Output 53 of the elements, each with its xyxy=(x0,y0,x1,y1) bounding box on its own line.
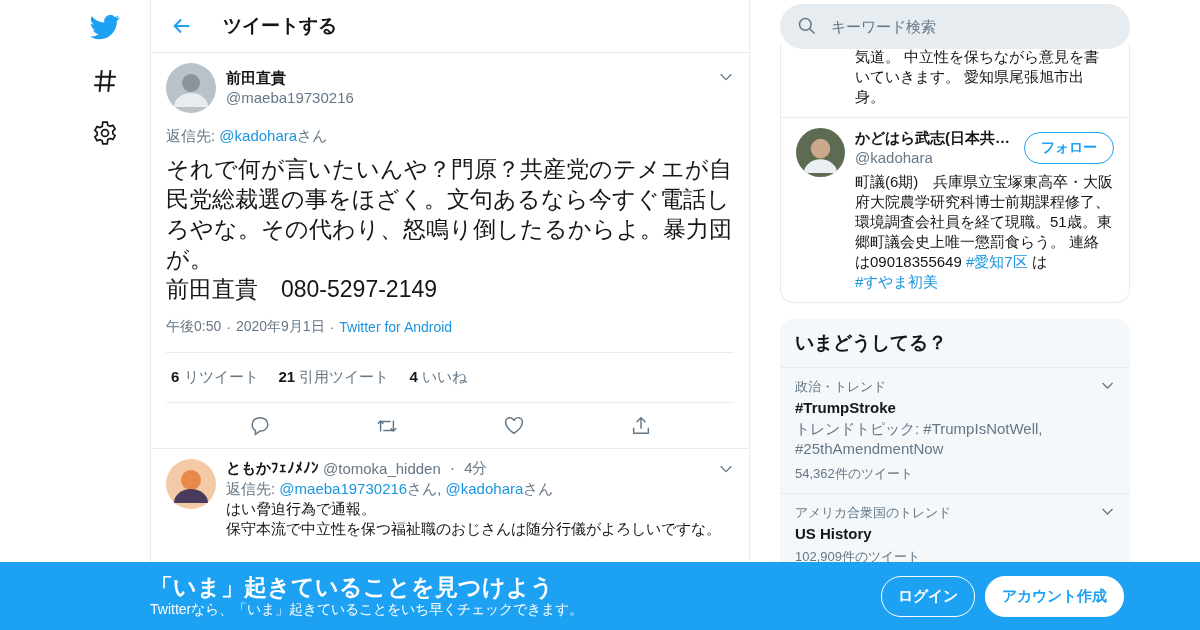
banner-subtitle: Twitterなら、「いま」起きていることをいち早くチェックできます。 xyxy=(150,601,584,619)
page-title: ツイートする xyxy=(223,14,337,38)
avatar xyxy=(166,459,216,509)
tweet-age: 4分 xyxy=(464,459,488,478)
mention-link[interactable]: @kadohara xyxy=(219,127,298,144)
user-bio: 気道。 中立性を保ちながら意見を書いていきます。 愛知県尾張旭市出身。 xyxy=(855,47,1101,107)
hashtag-icon[interactable] xyxy=(92,68,118,94)
panel-title: いまどうしてる？ xyxy=(780,319,1130,368)
reply-to-text: 返信先: @maeba19730216さん, @kadoharaさん xyxy=(226,479,555,499)
separator-dot: · xyxy=(449,459,456,478)
hashtag-link[interactable]: #すやま初美 xyxy=(855,273,939,290)
hashtag-link[interactable]: #愛知7区 xyxy=(965,253,1028,270)
login-button[interactable]: ログイン xyxy=(881,575,975,617)
reply-to-text: 返信先: @kadoharaさん xyxy=(166,127,329,146)
tweet-text: それで何が言いたいんや？門原？共産党のテメエが自民党総裁選の事をほざく。文句あるなら今すぐ電話しろやな。その代わり、怒鳴り倒したるからよ。暴力団が。 xyxy=(166,155,733,274)
separator-dot: · xyxy=(226,319,231,335)
tweet-count: 102,909件のツイート xyxy=(795,548,921,566)
bird-logo[interactable] xyxy=(90,12,120,42)
tweet-count: 54,362件のツイート xyxy=(795,465,914,483)
trend-context: 政治・トレンド xyxy=(795,378,886,396)
trend-description: トレンドトピック: #TrumpIsNotWell, #25thAmendmentNow xyxy=(795,419,1044,459)
search-field[interactable]: キーワード検索 xyxy=(780,4,1130,49)
tweet-time: 午後0:50 xyxy=(166,318,222,336)
signup-button[interactable]: アカウント作成 xyxy=(985,575,1124,617)
author-name[interactable]: 前田直貴 xyxy=(226,68,354,88)
mention-link[interactable]: @kadohara xyxy=(445,480,524,497)
tweet-text: 前田直貴 080-5297-2149 xyxy=(166,275,439,304)
stat-link[interactable]: 21 引用ツイート xyxy=(278,368,390,387)
banner-title: 「いま」起きていることを見つけよう xyxy=(150,573,555,601)
user-handle[interactable]: @kadohara xyxy=(855,148,1010,168)
stat-link[interactable]: 4 いいね xyxy=(409,368,467,387)
separator-dot: · xyxy=(329,319,335,335)
author-name[interactable]: ともかﾌｪﾉﾒﾉﾝ xyxy=(226,459,319,478)
reply-text: はい脅迫行為で通報。 xyxy=(226,499,377,519)
user-bio: 町議(6期) 兵庫県立宝塚東高卒・大阪府大院農学研究科博士前期課程修了、環境調査会社員を経て現職。51歳。東郷町議会史上唯一懲罰食らう。 連絡は09018355649 #愛知7区 は #すやま初美 xyxy=(855,172,1114,292)
reply-text: 保守本流で中立性を保つ福祉職のおじさんは随分行儀がよろしいですな。 xyxy=(226,519,722,539)
user-name[interactable]: かどはら武志(日本共… xyxy=(855,128,1010,148)
reply-icon[interactable] xyxy=(248,415,271,437)
source-link[interactable]: Twitter for Android xyxy=(339,319,453,335)
author-handle[interactable]: @tomoka_hidden xyxy=(323,460,441,477)
heart-icon[interactable] xyxy=(502,415,525,437)
search-icon xyxy=(797,16,817,36)
trend-context: アメリカ合衆国のトレンド xyxy=(795,504,951,522)
avatar xyxy=(166,63,216,113)
tweet-date: 2020年9月1日 xyxy=(235,318,325,336)
trend-name[interactable]: US History xyxy=(795,525,1115,542)
stat-link[interactable]: 6 リツイート xyxy=(171,368,259,387)
mention-link[interactable]: @maeba19730216 xyxy=(279,480,408,497)
follow-button[interactable]: フォロー xyxy=(1024,132,1114,164)
trend-name[interactable]: #TrumpStroke xyxy=(795,399,1115,416)
settings-icon[interactable] xyxy=(92,120,118,146)
avatar xyxy=(796,128,845,177)
author-handle[interactable]: @maeba19730216 xyxy=(226,88,354,108)
